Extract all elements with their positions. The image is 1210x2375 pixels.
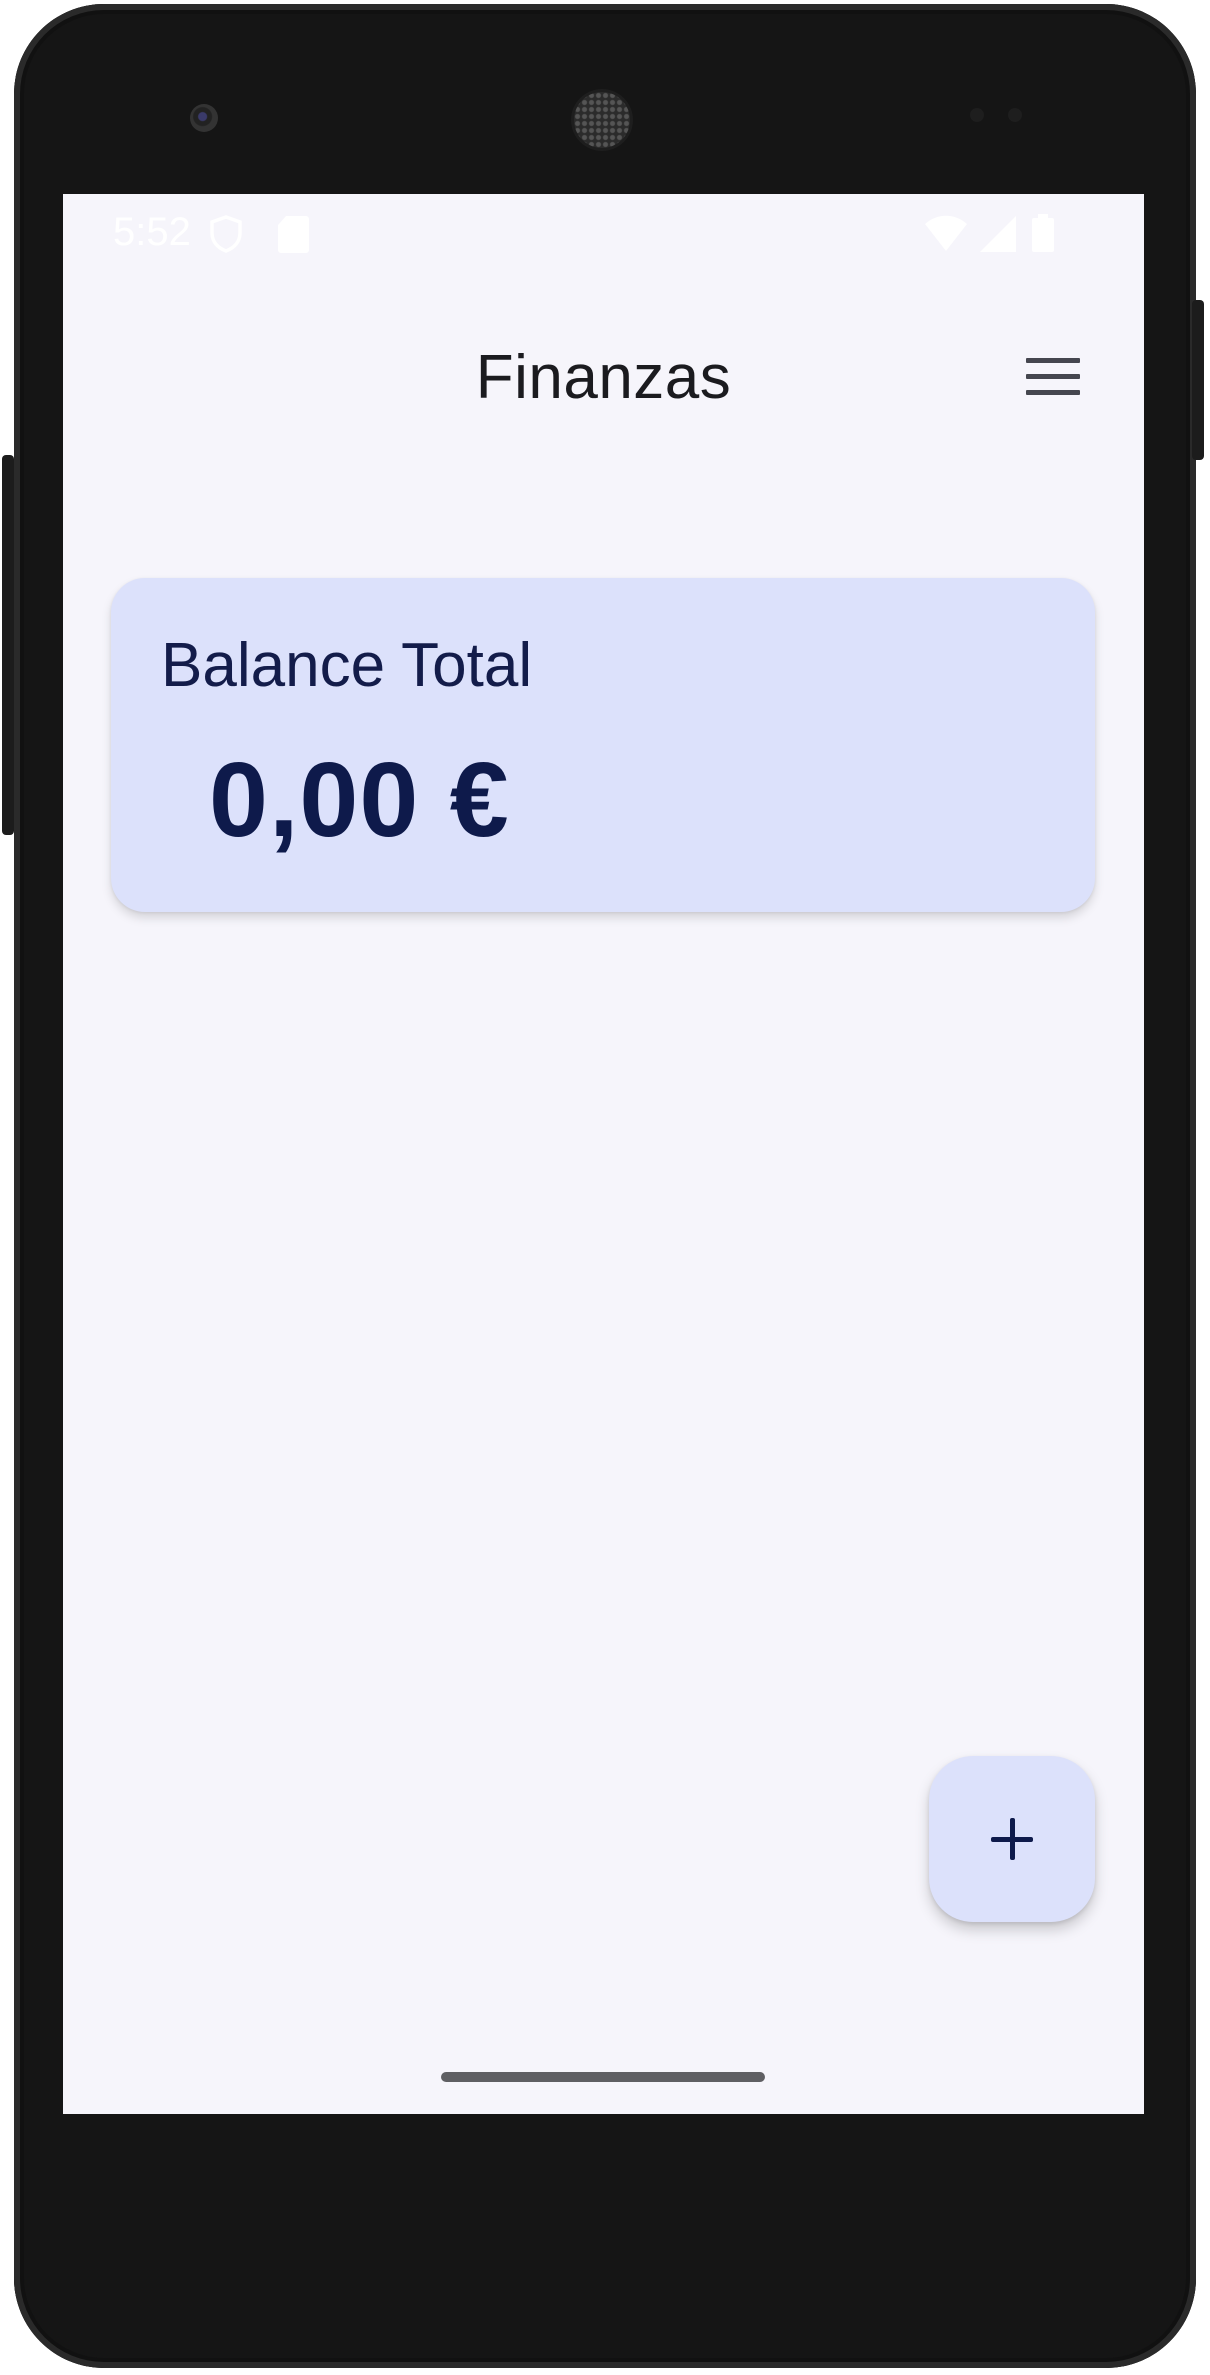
battery-icon <box>1031 214 1055 259</box>
cell-signal-icon <box>978 214 1018 259</box>
front-camera <box>190 104 218 132</box>
power-button <box>1192 300 1204 460</box>
app-screen: 5:52 Finanzas Balance Total 0,00 € <box>63 194 1144 2114</box>
app-bar: Finanzas <box>63 314 1144 434</box>
proximity-sensor <box>970 108 984 122</box>
menu-button[interactable] <box>1021 344 1085 408</box>
status-bar: 5:52 <box>63 194 1144 274</box>
balance-label: Balance Total <box>161 631 533 700</box>
balance-card: Balance Total 0,00 € <box>111 578 1095 912</box>
light-sensor <box>1008 108 1022 122</box>
balance-amount: 0,00 € <box>209 741 510 859</box>
page-title: Finanzas <box>475 343 732 412</box>
status-time: 5:52 <box>113 210 191 254</box>
add-transaction-button[interactable] <box>929 1756 1095 1922</box>
earpiece-speaker <box>574 92 630 148</box>
wifi-icon <box>923 214 969 259</box>
shield-icon <box>208 214 244 259</box>
sd-card-icon <box>276 214 310 259</box>
volume-button <box>2 455 14 835</box>
gesture-navigation-handle[interactable] <box>441 2072 765 2082</box>
